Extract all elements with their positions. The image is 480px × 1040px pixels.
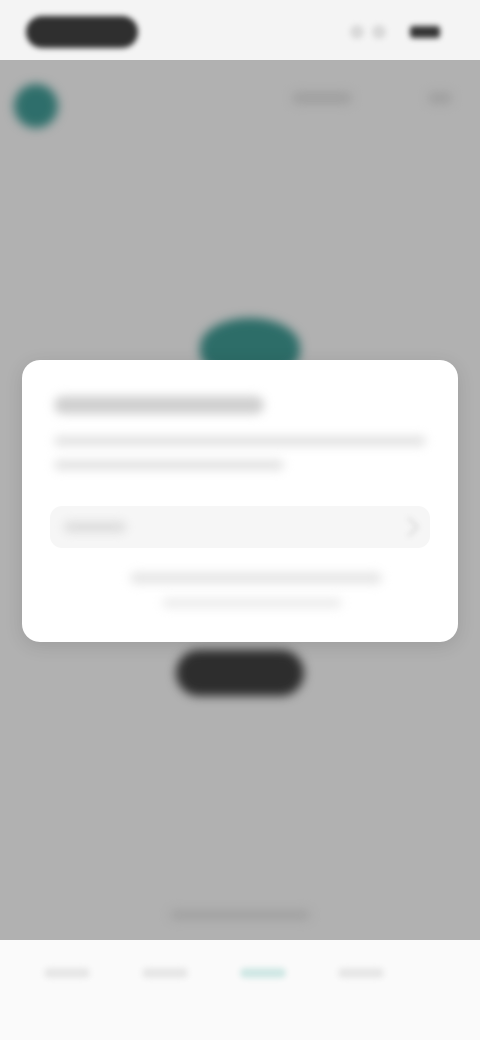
- dialog-option-label: [64, 522, 126, 532]
- dialog-option-row[interactable]: [50, 506, 430, 548]
- wifi-icon: [372, 25, 386, 39]
- camera-pill: [26, 16, 138, 48]
- dialog-description: [54, 436, 426, 446]
- nav-item-3[interactable]: [240, 968, 286, 978]
- status-bar: [0, 0, 480, 60]
- battery-icon: [410, 26, 440, 38]
- dialog: [22, 360, 458, 642]
- dialog-description-line-2: [54, 460, 284, 470]
- bottom-navigation: [0, 940, 480, 1040]
- nav-item-4[interactable]: [338, 968, 384, 978]
- nav-item-1[interactable]: [44, 968, 90, 978]
- signal-icon: [350, 25, 364, 39]
- nav-item-2[interactable]: [142, 968, 188, 978]
- chevron-right-icon: [399, 517, 419, 537]
- dialog-title: [54, 396, 264, 414]
- status-icons: [350, 22, 440, 42]
- dialog-action-link[interactable]: [130, 572, 382, 584]
- dialog-secondary-link[interactable]: [162, 598, 342, 608]
